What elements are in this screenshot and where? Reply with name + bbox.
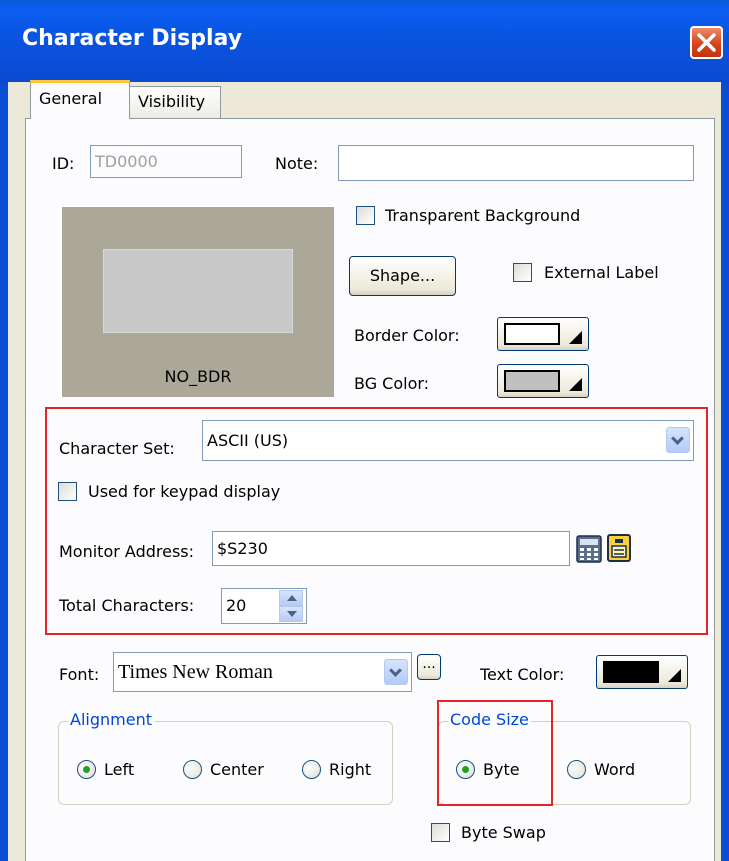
font-dropdown-button[interactable]	[384, 659, 408, 685]
byte-swap-label: Byte Swap	[461, 823, 546, 842]
window-border-left	[0, 82, 8, 861]
arrow-up-icon	[287, 595, 297, 601]
code-size-word-radio[interactable]	[567, 760, 586, 779]
id-label: ID:	[52, 154, 75, 173]
tab-general[interactable]: General	[30, 80, 130, 119]
tab-visibility[interactable]: Visibility	[129, 86, 221, 118]
font-select[interactable]: Times New Roman	[113, 652, 412, 692]
radio-selected-dot	[462, 766, 469, 773]
close-icon	[697, 33, 716, 52]
border-color-picker[interactable]	[497, 317, 589, 351]
code-size-byte-label: Byte	[483, 760, 520, 779]
highlight-box-code-size	[437, 700, 553, 806]
total-characters-spinner[interactable]	[279, 590, 303, 622]
shape-preview: NO_BDR	[60, 205, 334, 397]
character-set-label: Character Set:	[59, 439, 175, 458]
alignment-left-radio[interactable]	[77, 760, 96, 779]
bg-color-picker[interactable]	[497, 364, 589, 398]
character-set-select[interactable]: ASCII (US)	[202, 420, 694, 461]
external-label-label: External Label	[544, 263, 659, 282]
border-color-swatch	[504, 323, 560, 345]
tab-visibility-label: Visibility	[138, 92, 206, 111]
character-set-value: ASCII (US)	[207, 431, 289, 450]
alignment-left-label: Left	[104, 760, 135, 779]
preview-display-area	[103, 249, 293, 333]
text-color-label: Text Color:	[480, 665, 565, 684]
monitor-address-label: Monitor Address:	[59, 542, 195, 561]
keypad-display-checkbox[interactable]	[58, 482, 77, 501]
chevron-down-icon	[389, 664, 402, 677]
total-characters-label: Total Characters:	[59, 596, 195, 615]
note-field[interactable]	[338, 145, 694, 181]
text-color-picker[interactable]	[596, 655, 688, 689]
text-color-swatch	[603, 661, 659, 683]
keypad-display-label: Used for keypad display	[88, 482, 281, 501]
address-calculator-icon[interactable]	[576, 535, 602, 563]
total-characters-value: 20	[226, 596, 247, 615]
character-display-dialog: Character Display General Visibility ID:…	[0, 0, 729, 861]
shape-button[interactable]: Shape...	[349, 256, 456, 296]
font-browse-button[interactable]: ...	[417, 654, 441, 680]
arrow-down-icon	[287, 611, 297, 617]
window-border-right	[721, 82, 729, 861]
font-value: Times New Roman	[118, 661, 273, 683]
font-label: Font:	[59, 665, 100, 684]
total-characters-field[interactable]: 20	[221, 588, 307, 624]
tab-general-label: General	[39, 89, 103, 108]
transparent-background-label: Transparent Background	[385, 206, 581, 225]
preview-shape-label: NO_BDR	[164, 367, 232, 386]
alignment-center-label: Center	[210, 760, 264, 779]
border-color-label: Border Color:	[354, 326, 460, 345]
character-set-dropdown-button[interactable]	[666, 427, 690, 453]
alignment-group-title: Alignment	[68, 710, 154, 729]
alignment-right-label: Right	[329, 760, 372, 779]
bg-color-label: BG Color:	[354, 374, 430, 393]
address-tag-icon[interactable]	[606, 533, 632, 562]
alignment-center-radio[interactable]	[183, 760, 202, 779]
window-title: Character Display	[22, 26, 243, 51]
external-label-checkbox[interactable]	[513, 263, 532, 282]
title-bar[interactable]: Character Display	[0, 0, 729, 82]
id-field[interactable]: TD0000	[90, 145, 242, 178]
radio-selected-dot	[83, 766, 90, 773]
code-size-word-label: Word	[594, 760, 636, 779]
spin-up-button[interactable]	[279, 590, 303, 606]
monitor-address-field[interactable]: $S230	[212, 531, 570, 566]
dropdown-arrow-icon	[569, 378, 582, 391]
alignment-right-radio[interactable]	[302, 760, 321, 779]
chevron-down-icon	[671, 432, 684, 445]
spin-down-button[interactable]	[279, 606, 303, 622]
transparent-background-checkbox[interactable]	[356, 206, 375, 225]
bg-color-swatch	[504, 370, 560, 392]
close-button[interactable]	[690, 26, 723, 59]
note-label: Note:	[275, 154, 319, 173]
code-size-byte-radio[interactable]	[456, 760, 475, 779]
byte-swap-checkbox[interactable]	[431, 823, 450, 842]
dropdown-arrow-icon	[668, 669, 681, 682]
dropdown-arrow-icon	[569, 331, 582, 344]
